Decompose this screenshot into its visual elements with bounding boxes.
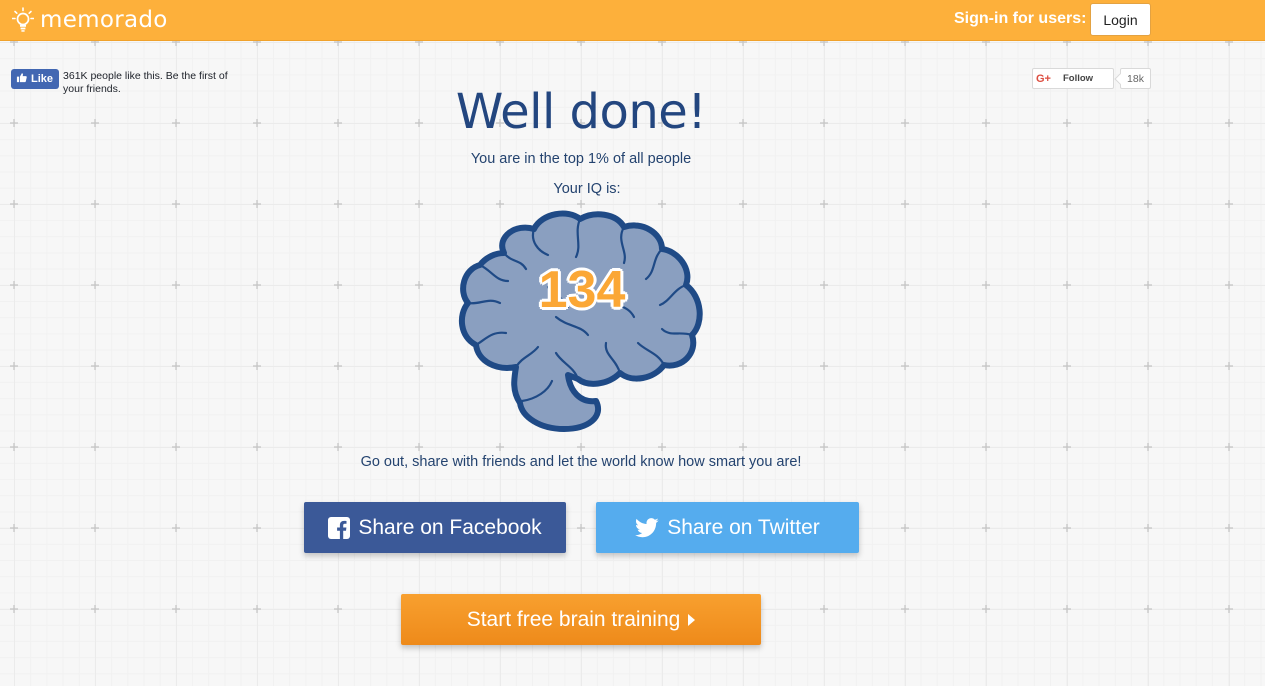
follow-label: Follow: [1062, 73, 1094, 84]
caret-right-icon: [688, 613, 696, 626]
start-training-button[interactable]: Start free brain training: [401, 594, 761, 645]
signin-label: Sign-in for users:: [954, 10, 1087, 27]
share-facebook-button[interactable]: Share on Facebook: [304, 502, 566, 553]
lightbulb-icon: [11, 7, 35, 33]
share-facebook-label: Share on Facebook: [358, 515, 542, 539]
twitter-bird-icon: [635, 517, 659, 538]
brain-illustration: [458, 210, 703, 432]
start-training-label: Start free brain training: [466, 607, 681, 631]
login-button[interactable]: Login: [1090, 3, 1151, 36]
share-twitter-button[interactable]: Share on Twitter: [596, 502, 859, 553]
memorado-logo[interactable]: memorado: [11, 6, 168, 34]
logo-text: memorado: [40, 7, 168, 33]
share-twitter-label: Share on Twitter: [667, 515, 820, 539]
facebook-icon: [328, 516, 351, 539]
top-bar: memorado Sign-in for users: Login: [0, 0, 1265, 41]
page-title: Well done!: [455, 84, 707, 140]
google-plus-icon: G+: [1036, 72, 1051, 85]
iq-score: 134: [538, 261, 626, 319]
share-message: Go out, share with friends and let the w…: [360, 454, 802, 470]
percentile-text: You are in the top 1% of all people: [470, 151, 692, 167]
iq-label: Your IQ is:: [553, 181, 621, 197]
